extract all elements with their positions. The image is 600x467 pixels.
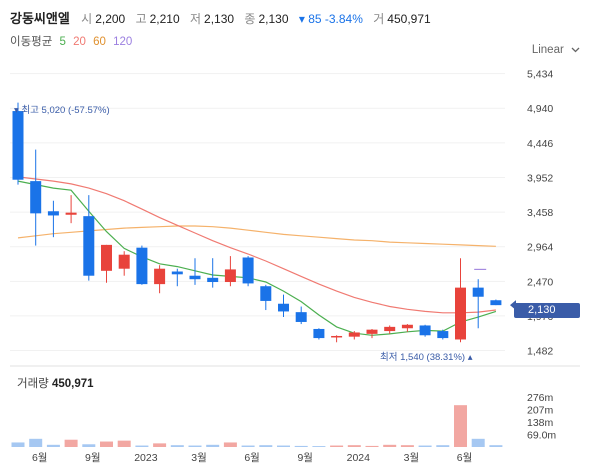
last-price-tag: 2,130 <box>514 303 580 318</box>
volume-bar <box>365 445 379 447</box>
y-tick-label: 1,482 <box>527 346 553 358</box>
candle-body <box>171 271 183 275</box>
candle-body <box>136 247 148 285</box>
volume-bar <box>277 445 290 447</box>
volume-bar <box>100 441 113 447</box>
volume-axis: 276m207m138m69.0m <box>527 392 556 442</box>
y-tick-label: 2,470 <box>527 276 553 288</box>
candle-body <box>242 257 254 284</box>
y-tick-label: 5,434 <box>527 69 553 81</box>
x-tick-label: 3월 <box>404 452 420 464</box>
y-tick-label: 3,952 <box>527 172 553 184</box>
volume-bar <box>489 445 503 447</box>
volume-bar <box>454 405 467 447</box>
candle-body <box>313 328 325 339</box>
candle-body <box>401 324 413 329</box>
x-tick-label: 6월 <box>32 452 48 464</box>
candle-body <box>472 287 484 297</box>
candle-body <box>419 325 431 336</box>
candle-body <box>12 111 24 180</box>
volume-bar <box>64 439 78 447</box>
volume-tick-label: 207m <box>527 404 554 416</box>
candle-body <box>366 329 378 334</box>
volume-bar <box>259 445 273 447</box>
volume-bar <box>135 445 149 447</box>
price-chart[interactable]: 5,4344,9404,4463,9523,4582,9642,4701,976… <box>0 0 600 467</box>
x-tick-label: 2024 <box>347 452 371 464</box>
volume-bar <box>347 445 361 447</box>
candle-body <box>189 275 201 280</box>
volume-bar <box>418 445 432 447</box>
volume-bar <box>294 445 308 447</box>
volume-bar <box>383 444 397 447</box>
y-tick-label: 3,458 <box>527 207 553 219</box>
volume-bar <box>11 442 25 447</box>
candle-body <box>490 300 502 306</box>
candle-body <box>437 331 449 339</box>
candle-body <box>455 287 466 340</box>
volume-bar <box>436 445 450 447</box>
candle-body <box>260 286 272 301</box>
y-tick-label: 2,964 <box>527 242 553 254</box>
x-tick-label: 6월 <box>457 452 473 464</box>
volume-bar <box>170 445 184 447</box>
candlesticks <box>12 102 502 343</box>
volume-bar <box>29 438 43 447</box>
x-tick-label: 2023 <box>134 452 158 464</box>
volume-bar <box>471 438 485 447</box>
candle-body <box>47 211 59 216</box>
candle-body <box>30 181 42 214</box>
candle-body <box>278 303 289 312</box>
volume-bars <box>11 405 503 447</box>
candle-body <box>101 244 112 271</box>
volume-panel-title: 거래량 450,971 <box>17 375 94 391</box>
volume-bar <box>206 444 220 447</box>
x-tick-label: 6월 <box>244 452 260 464</box>
y-tick-label: 4,446 <box>527 138 553 150</box>
volume-bar <box>241 445 255 447</box>
volume-panel-value: 450,971 <box>51 378 94 390</box>
volume-bar <box>46 444 60 447</box>
candle-body <box>348 332 360 337</box>
candle-body <box>118 254 130 269</box>
volume-bar <box>330 445 344 447</box>
candle-body <box>331 335 343 338</box>
candle-body <box>384 326 396 332</box>
candle-body <box>207 277 219 283</box>
x-tick-label: 3월 <box>191 452 207 464</box>
volume-tick-label: 69.0m <box>527 429 556 441</box>
low-annotation: 최저 1,540 (38.31%) ▴ <box>380 352 473 363</box>
volume-bar <box>117 440 131 447</box>
volume-bar <box>153 443 167 447</box>
volume-bar <box>82 444 96 447</box>
candle-body <box>83 216 95 276</box>
time-axis: 6월 9월 2023 3월 6월 9월 2024 3월 6월 <box>32 452 472 464</box>
volume-bar <box>188 445 202 447</box>
candle-body <box>65 212 77 215</box>
x-tick-label: 9월 <box>85 452 101 464</box>
volume-tick-label: 276m <box>527 392 554 404</box>
volume-tick-label: 138m <box>527 417 554 429</box>
volume-panel-label: 거래량 <box>17 378 49 390</box>
candle-body <box>295 312 307 322</box>
high-annotation: ▾ 최고 5,020 (-57.57%) <box>14 105 110 116</box>
x-tick-label: 9월 <box>297 452 313 464</box>
candle-body <box>224 269 236 283</box>
volume-bar <box>312 446 326 447</box>
volume-bar <box>400 445 414 447</box>
y-tick-label: 4,940 <box>527 103 553 115</box>
candle-body <box>154 268 166 285</box>
volume-bar <box>223 442 237 447</box>
